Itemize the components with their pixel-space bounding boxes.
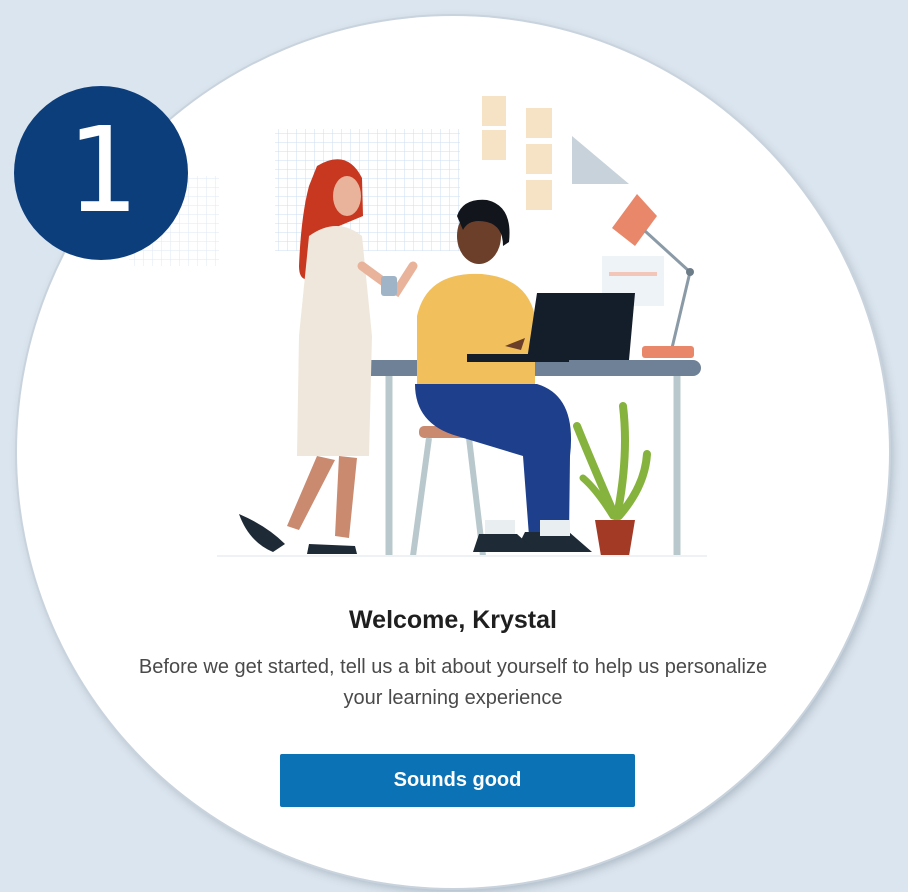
stool <box>410 426 486 557</box>
welcome-title: Welcome, Krystal <box>349 606 557 634</box>
sounds-good-button[interactable]: Sounds good <box>280 754 635 807</box>
wall-triangle <box>572 136 629 184</box>
welcome-subtitle: Before we get started, tell us a bit abo… <box>138 656 768 709</box>
step-number-badge: 1 <box>14 86 188 260</box>
potted-plant <box>573 402 651 556</box>
sticky-notes <box>482 96 552 210</box>
step-number: 1 <box>65 101 137 239</box>
